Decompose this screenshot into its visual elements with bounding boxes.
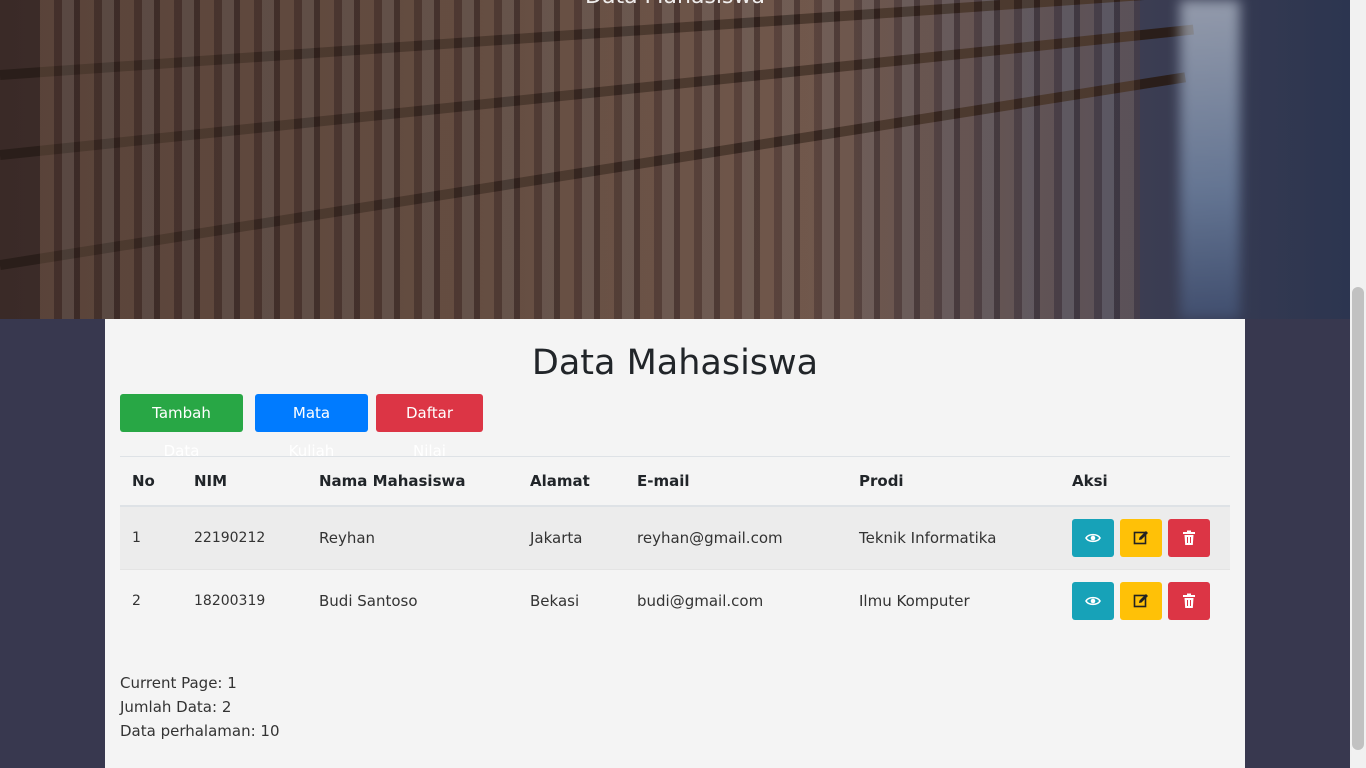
header-nama: Nama Mahasiswa bbox=[319, 472, 466, 490]
hero-title: Data Mahasiswa bbox=[0, 0, 1350, 9]
current-page-text: Current Page: 1 bbox=[120, 674, 237, 692]
trash-icon bbox=[1183, 530, 1195, 545]
cell-email: reyhan@gmail.com bbox=[625, 506, 847, 570]
delete-button[interactable] bbox=[1168, 519, 1210, 557]
cell-nim: 18200319 bbox=[194, 593, 266, 609]
delete-button[interactable] bbox=[1168, 582, 1210, 620]
edit-icon bbox=[1133, 594, 1148, 608]
edit-button[interactable] bbox=[1120, 519, 1162, 557]
table-row: 2 18200319 Budi Santoso Bekasi budi@gmai… bbox=[120, 570, 1230, 633]
main-panel: Data Mahasiswa Tambah Data Mata Kuliah D… bbox=[105, 319, 1245, 768]
hero-banner: Data Mahasiswa bbox=[0, 0, 1350, 319]
cell-actions bbox=[1060, 570, 1230, 633]
table-header-row: No NIM Nama Mahasiswa Alamat E-mail Prod… bbox=[120, 456, 1230, 506]
window-light bbox=[1180, 0, 1240, 319]
student-table: No NIM Nama Mahasiswa Alamat E-mail Prod… bbox=[120, 456, 1230, 632]
header-email: E-mail bbox=[637, 472, 690, 490]
books-texture bbox=[40, 0, 1140, 319]
header-aksi: Aksi bbox=[1072, 472, 1108, 490]
vertical-scrollbar[interactable] bbox=[1350, 0, 1366, 768]
cell-alamat: Bekasi bbox=[530, 592, 580, 610]
view-button[interactable] bbox=[1072, 582, 1114, 620]
page-title: Data Mahasiswa bbox=[531, 343, 819, 383]
cell-email: budi@gmail.com bbox=[637, 592, 764, 610]
eye-icon bbox=[1085, 533, 1101, 543]
cell-prodi: Ilmu Komputer bbox=[859, 592, 970, 610]
view-button[interactable] bbox=[1072, 519, 1114, 557]
cell-nama: Reyhan bbox=[307, 506, 518, 570]
cell-nim: 22190212 bbox=[182, 506, 307, 570]
edit-icon bbox=[1133, 531, 1148, 545]
header-prodi: Prodi bbox=[859, 472, 904, 490]
edit-button[interactable] bbox=[1120, 582, 1162, 620]
cell-no: 1 bbox=[120, 506, 182, 570]
trash-icon bbox=[1183, 593, 1195, 608]
cell-prodi: Teknik Informatika bbox=[847, 506, 1060, 570]
cell-actions bbox=[1060, 506, 1230, 570]
table-row: 1 22190212 Reyhan Jakarta reyhan@gmail.c… bbox=[120, 506, 1230, 570]
header-alamat: Alamat bbox=[530, 472, 590, 490]
per-page-text: Data perhalaman: 10 bbox=[120, 722, 280, 740]
cell-alamat: Jakarta bbox=[518, 506, 625, 570]
scrollbar-thumb[interactable] bbox=[1352, 287, 1364, 750]
grades-button[interactable]: Daftar Nilai bbox=[376, 394, 483, 460]
cell-no: 2 bbox=[132, 593, 141, 609]
eye-icon bbox=[1085, 596, 1101, 606]
add-data-button[interactable]: Tambah Data bbox=[120, 394, 243, 460]
cell-nama: Budi Santoso bbox=[319, 592, 418, 610]
courses-button[interactable]: Mata Kuliah bbox=[255, 394, 368, 460]
total-data-text: Jumlah Data: 2 bbox=[120, 698, 232, 716]
header-nim: NIM bbox=[194, 472, 228, 490]
header-no: No bbox=[132, 472, 155, 490]
